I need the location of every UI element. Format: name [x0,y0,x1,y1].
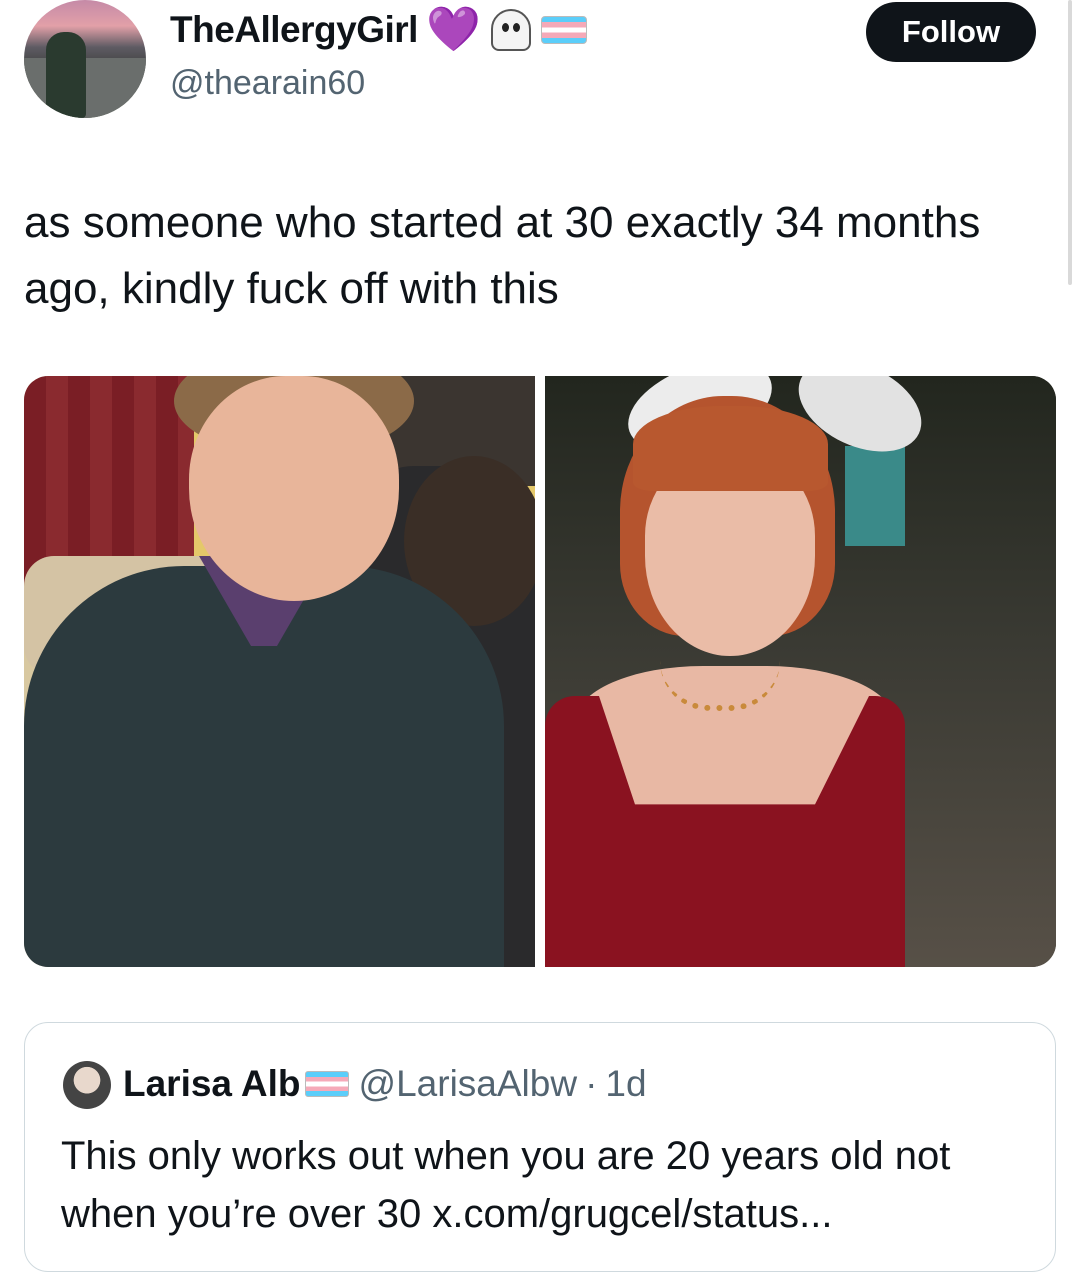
scrollbar[interactable] [1068,0,1072,285]
tweet-media [24,376,1056,967]
tweet-header: TheAllergyGirl 💜 @thearain60 Follow [0,0,1080,285]
author-avatar[interactable] [24,0,146,118]
trans-flag-icon [304,1071,349,1097]
door [845,446,905,546]
author-name-row: TheAllergyGirl 💜 [170,8,587,52]
photo-after[interactable] [545,376,1056,967]
tweet-text: as someone who started at 30 exactly 34 … [24,198,981,313]
follow-button[interactable]: Follow [866,2,1036,62]
quoted-tweet-text: This only works out when you are 20 year… [61,1134,951,1236]
quoted-author-name[interactable]: Larisa Alb [123,1063,301,1105]
purple-heart-icon: 💜 [425,5,481,54]
quoted-tweet-time[interactable]: 1d [605,1063,646,1105]
author-handle[interactable]: @thearain60 [170,64,365,103]
quoted-tweet-header: Larisa Alb @LarisaAlbw · 1d [123,1063,647,1105]
quoted-author-handle[interactable]: @LarisaAlbw [359,1063,578,1105]
quoted-tweet[interactable]: Larisa Alb @LarisaAlbw · 1d This only wo… [24,1022,1056,1272]
quoted-author-avatar[interactable] [63,1061,111,1109]
trans-flag-icon [540,16,587,44]
ghost-icon [490,9,531,51]
avatar-figure [46,32,86,118]
face [189,376,399,601]
author-display-name[interactable]: TheAllergyGirl [170,9,418,51]
bangs [633,406,828,491]
separator-dot: · [585,1063,598,1104]
photo-before[interactable] [24,376,535,967]
